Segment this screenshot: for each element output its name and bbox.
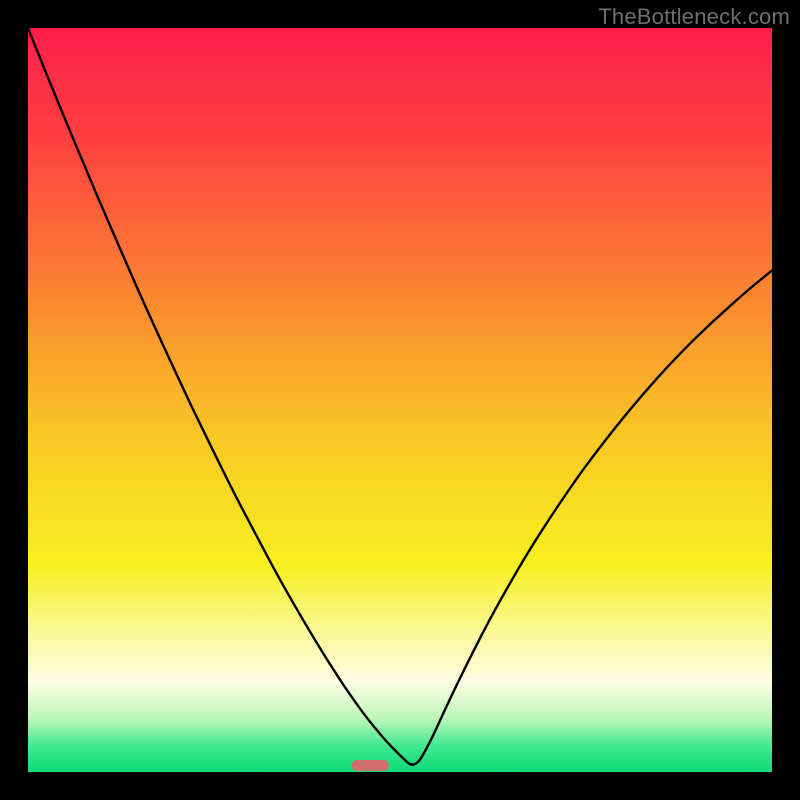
watermark-text: TheBottleneck.com (598, 4, 790, 30)
bottleneck-chart (28, 28, 772, 772)
chart-frame (28, 28, 772, 772)
baseline-marker (352, 760, 389, 771)
chart-background (28, 28, 772, 772)
